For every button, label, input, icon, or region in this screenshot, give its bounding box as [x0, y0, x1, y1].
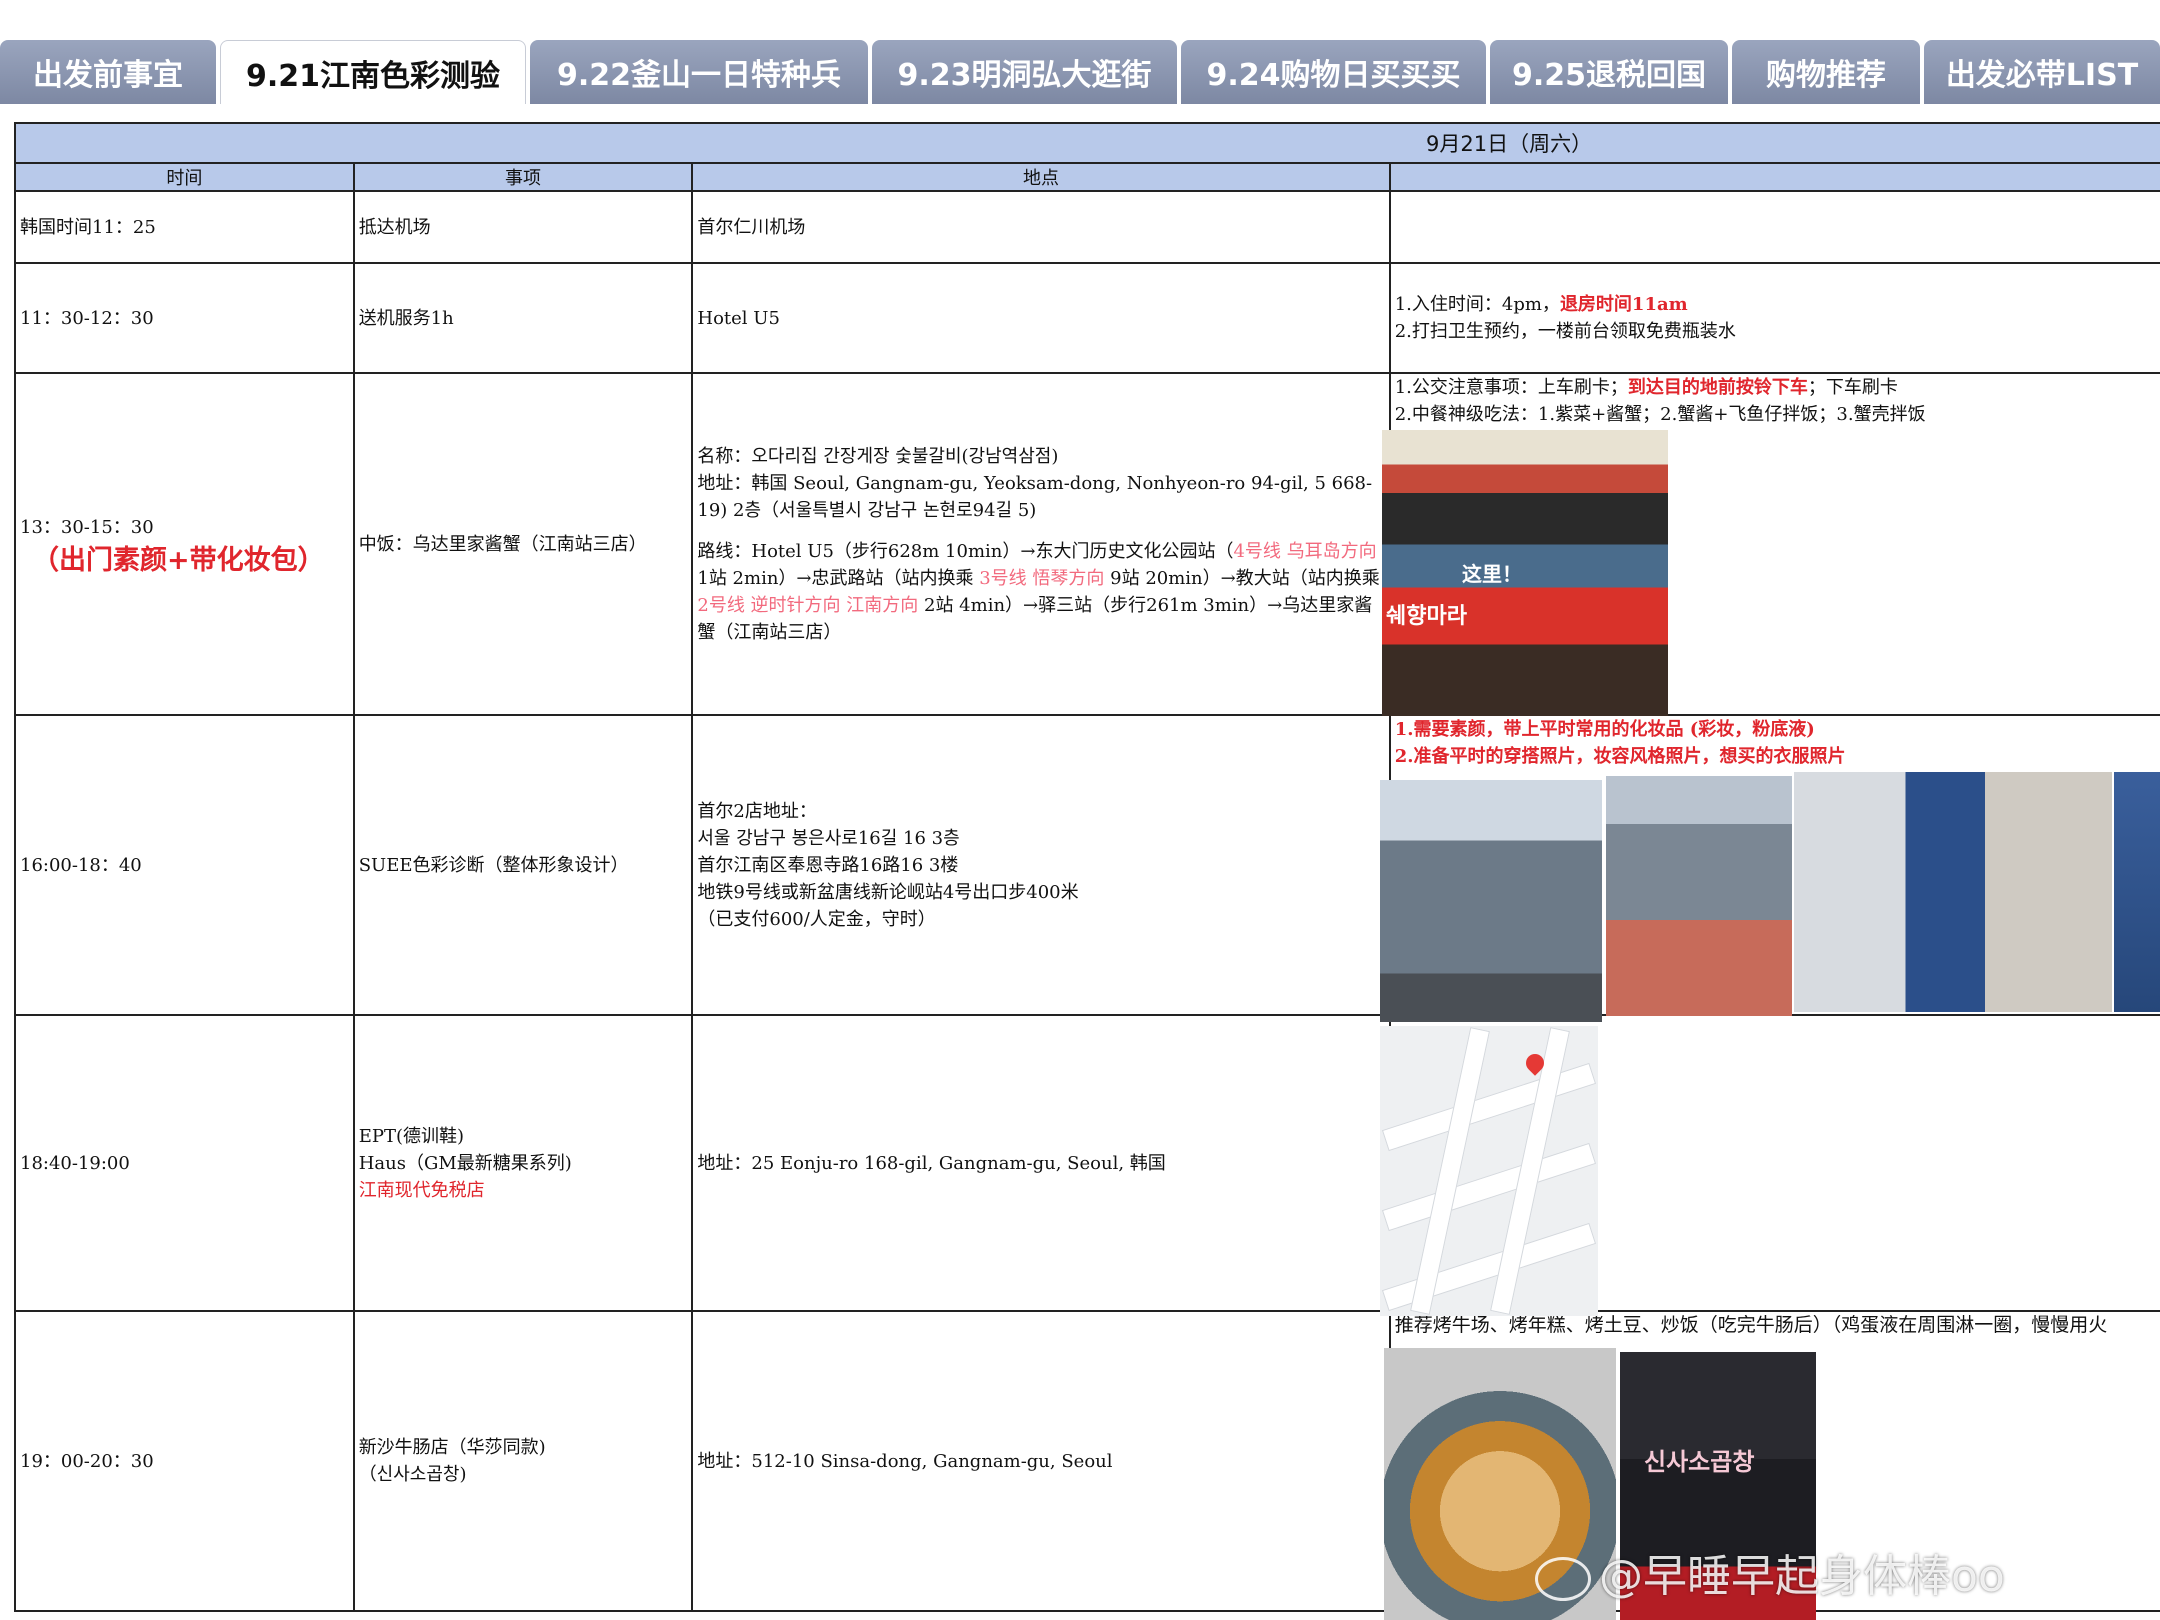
- place-name: 名称：오다리집 간장게장 숯불갈비(강남역삼점): [697, 445, 1059, 467]
- place-line: 首尔2店地址：: [697, 800, 817, 822]
- building-photo[interactable]: [2114, 772, 2160, 1012]
- cell-item[interactable]: 中饭：乌达里家酱蟹（江南站三店）: [355, 374, 694, 714]
- weibo-watermark: @早睡早起身体棒oo: [1535, 1540, 2005, 1604]
- table-row: 18:40-19:00 EPT(德训鞋) Haus（GM最新糖果系列) 江南现代…: [16, 1016, 2160, 1312]
- tab-before-departure[interactable]: 出发前事宜: [0, 40, 216, 104]
- item-text: 新沙牛肠店（华莎同款): [358, 1437, 546, 1458]
- note-line: 1.需要素颜，带上平时常用的化妆品 (彩妆，粉底液): [1394, 719, 1815, 740]
- cell-place[interactable]: 首尔2店地址： 서울 강남구 봉은사로16길 16 3층 首尔江南区奉恩寺路16…: [693, 716, 1391, 1014]
- cell-place[interactable]: 地址：25 Eonju-ro 168-gil, Gangnam-gu, Seou…: [693, 1016, 1391, 1310]
- date-header: 9月21日（周六）: [16, 122, 2160, 164]
- cell-time[interactable]: 18:40-19:00: [16, 1016, 355, 1310]
- cell-time[interactable]: 韩国时间11：25: [16, 192, 355, 262]
- table-row: 11：30-12：30 送机服务1h Hotel U5 1.入住时间：4pm，退…: [16, 264, 2160, 374]
- cell-time[interactable]: 19：00-20：30: [16, 1312, 355, 1610]
- place-line: 서울 강남구 봉은사로16길 16 3층: [697, 827, 960, 849]
- tab-9-21-active[interactable]: 9.21江南色彩测验: [220, 40, 526, 104]
- table-row: 韩国时间11：25 抵达机场 首尔仁川机场: [16, 192, 2160, 264]
- note-line: 2.打扫卫生预约，一楼前台领取免费瓶装水: [1394, 321, 1736, 342]
- cell-time[interactable]: 13：30-15：30 （出门素颜+带化妆包）: [16, 374, 355, 714]
- note-line: 2.准备平时的穿搭照片，妆容风格照片，想买的衣服照片: [1394, 746, 1846, 767]
- photo-sign-text: 这里！: [1462, 562, 1522, 586]
- tab-shopping-recommend[interactable]: 购物推荐: [1732, 40, 1920, 104]
- item-text: 送机服务1h: [358, 307, 454, 329]
- building-photo[interactable]: [1380, 780, 1602, 1022]
- place-line: 地铁9号线或新盆唐线新论岘站4号出口步400米: [697, 881, 1079, 903]
- tab-9-25[interactable]: 9.25退税回国: [1490, 40, 1728, 104]
- column-header-time[interactable]: 时间: [16, 164, 355, 190]
- weibo-logo-icon: [1535, 1557, 1591, 1601]
- place-text: 地址：25 Eonju-ro 168-gil, Gangnam-gu, Seou…: [697, 1152, 1166, 1174]
- note-line: 2.中餐神级吃法：1.紫菜+酱蟹；2.蟹酱+飞鱼仔拌饭；3.蟹壳拌饭: [1394, 404, 1926, 425]
- place-line: （已支付600/人定金，守时）: [697, 908, 936, 930]
- cell-place[interactable]: 地址：512-10 Sinsa-dong, Gangnam-gu, Seoul: [693, 1312, 1391, 1610]
- route-line-highlight: 3号线 悟琴方向: [979, 567, 1105, 589]
- route-line-highlight: 2号线 逆时针方向 江南方向: [697, 594, 919, 616]
- note-highlight: 到达目的地前按铃下车: [1627, 377, 1808, 398]
- watermark-text: @早睡早起身体棒oo: [1599, 1551, 2005, 1602]
- cell-notes[interactable]: [1391, 192, 2160, 262]
- note-line: 1.入住时间：4pm，退房时间11am: [1391, 291, 2160, 318]
- route-line-highlight: 4号线 乌耳岛方向: [1233, 540, 1377, 562]
- item-text: SUEE色彩诊断（整体形象设计）: [358, 854, 629, 876]
- map-screenshot[interactable]: [1380, 1026, 1598, 1316]
- note-text: ；下车刷卡: [1807, 377, 1898, 398]
- column-header-notes[interactable]: [1391, 164, 2160, 190]
- time-text: 18:40-19:00: [20, 1152, 130, 1174]
- route-text: 路线：Hotel U5（步行628m 10min）→东大门历史文化公园站（: [697, 540, 1234, 562]
- photo-sign-text: 쉐향마라: [1386, 604, 1467, 629]
- place-text: 首尔仁川机场: [697, 216, 806, 238]
- note-text: 1.入住时间：4pm，: [1394, 294, 1560, 315]
- tab-9-23[interactable]: 9.23明洞弘大逛街: [872, 40, 1177, 104]
- item-text: 中饭：乌达里家酱蟹（江南站三店）: [358, 533, 647, 555]
- cell-notes[interactable]: 1.入住时间：4pm，退房时间11am 2.打扫卫生预约，一楼前台领取免费瓶装水: [1391, 264, 2160, 372]
- column-header-place[interactable]: 地点: [693, 164, 1391, 190]
- time-text: 13：30-15：30: [20, 517, 154, 538]
- time-text: 韩国时间11：25: [20, 216, 156, 238]
- item-text: EPT(德训鞋): [358, 1125, 464, 1147]
- column-header-item[interactable]: 事项: [355, 164, 694, 190]
- place-line: 首尔江南区奉恩寺路16路16 3楼: [697, 854, 959, 876]
- item-text: （신사소곱창): [358, 1464, 467, 1485]
- column-header-row: 时间 事项 地点: [16, 164, 2160, 192]
- cell-place[interactable]: 名称：오다리집 간장게장 숯불갈비(강남역삼점) 地址：韩国 Seoul, Ga…: [693, 374, 1391, 714]
- cell-place[interactable]: 首尔仁川机场: [693, 192, 1391, 262]
- restaurant-photo[interactable]: 这里！ 쉐향마라: [1382, 430, 1668, 716]
- item-text: 抵达机场: [358, 216, 431, 238]
- cell-item[interactable]: SUEE色彩诊断（整体形象设计）: [355, 716, 694, 1014]
- table-row: 13：30-15：30 （出门素颜+带化妆包） 中饭：乌达里家酱蟹（江南站三店）…: [16, 374, 2160, 716]
- sheet-tab-bar: 出发前事宜 9.21江南色彩测验 9.22釜山一日特种兵 9.23明洞弘大逛街 …: [0, 40, 2160, 104]
- street-photo[interactable]: [1606, 776, 1792, 1016]
- tab-9-22[interactable]: 9.22釜山一日特种兵: [530, 40, 868, 104]
- time-text: 11：30-12：30: [20, 307, 154, 329]
- note-highlight: 退房时间11am: [1559, 294, 1688, 315]
- route-text: 9站 20min）→教大站（站内换乘: [1104, 567, 1380, 589]
- cell-time[interactable]: 16:00-18：40: [16, 716, 355, 1014]
- cell-item[interactable]: 送机服务1h: [355, 264, 694, 372]
- note-line: 1.公交注意事项：上车刷卡；到达目的地前按铃下车；下车刷卡: [1391, 374, 2160, 401]
- tab-packing-list[interactable]: 出发必带LIST: [1924, 40, 2160, 104]
- note-line: 推荐烤牛场、烤年糕、烤土豆、炒饭（吃完牛肠后）（鸡蛋液在周围淋一圈，慢慢用火: [1394, 1314, 2108, 1336]
- item-text-red: 江南现代免税店: [358, 1179, 485, 1201]
- cell-time[interactable]: 11：30-12：30: [16, 264, 355, 372]
- cell-place[interactable]: Hotel U5: [693, 264, 1391, 372]
- cell-item[interactable]: 抵达机场: [355, 192, 694, 262]
- cell-item[interactable]: 新沙牛肠店（华莎同款) （신사소곱창): [355, 1312, 694, 1610]
- item-text: Haus（GM最新糖果系列): [358, 1152, 572, 1174]
- place-route: 路线：Hotel U5（步行628m 10min）→东大门历史文化公园站（4号线…: [697, 538, 1380, 646]
- time-text: 19：00-20：30: [20, 1450, 154, 1472]
- time-note-red: （出门素颜+带化妆包）: [32, 545, 325, 576]
- building-photo[interactable]: [1794, 772, 2112, 1012]
- note-text: 1.公交注意事项：上车刷卡；: [1394, 377, 1628, 398]
- place-text: 地址：512-10 Sinsa-dong, Gangnam-gu, Seoul: [697, 1450, 1113, 1472]
- place-text: Hotel U5: [697, 307, 780, 329]
- time-text: 16:00-18：40: [20, 854, 142, 876]
- photo-sign-text: 신사소곱창: [1644, 1448, 1755, 1476]
- cell-item[interactable]: EPT(德训鞋) Haus（GM最新糖果系列) 江南现代免税店: [355, 1016, 694, 1310]
- place-address: 地址：韩国 Seoul, Gangnam-gu, Yeoksam-dong, N…: [697, 472, 1373, 521]
- tab-9-24[interactable]: 9.24购物日买买买: [1181, 40, 1486, 104]
- route-text: 1站 2min）→忠武路站（站内换乘: [697, 567, 980, 589]
